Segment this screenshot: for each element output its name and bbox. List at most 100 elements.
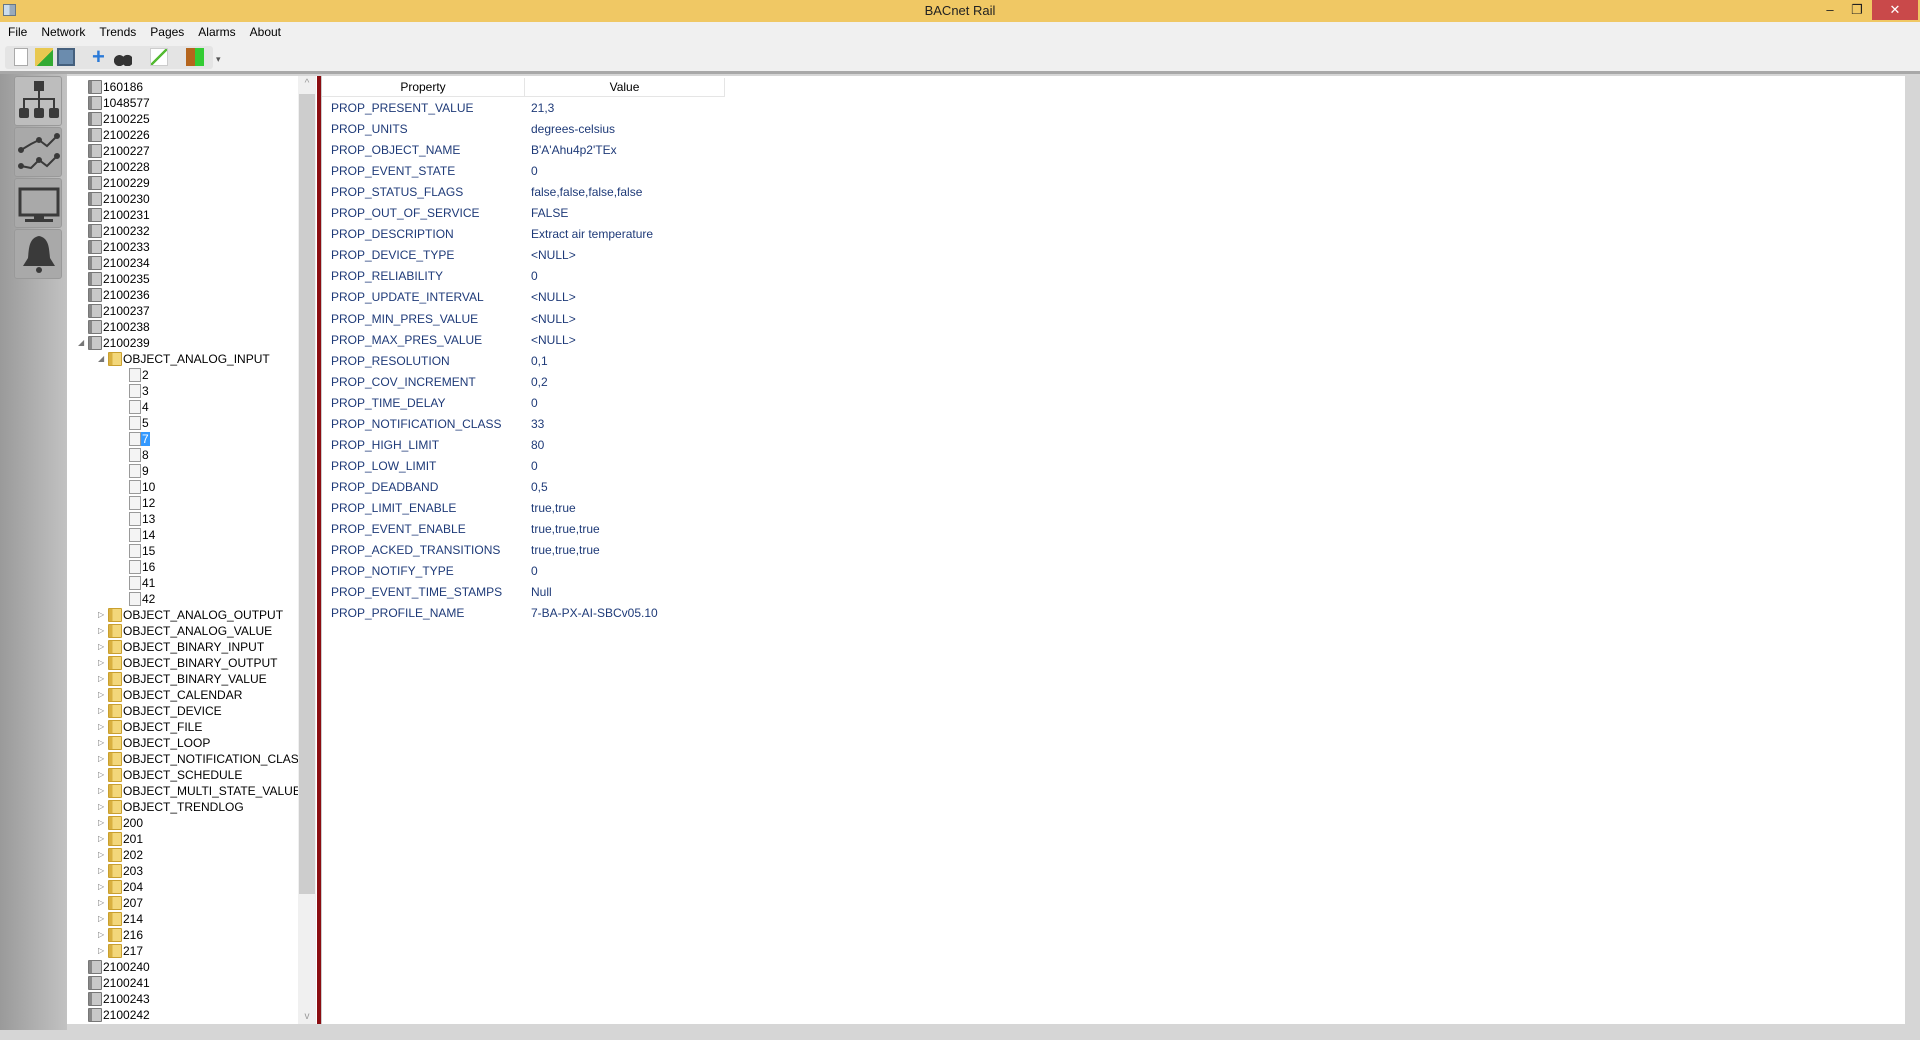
property-row[interactable]: PROP_UNITS degrees-celsius xyxy=(322,119,1222,140)
expand-arrow-icon[interactable]: ▷ xyxy=(98,863,108,879)
tree-node-label[interactable]: 203 xyxy=(122,864,144,878)
tree-node[interactable]: ▷ 204 xyxy=(98,879,144,895)
tree-node[interactable]: ▷ 200 xyxy=(98,815,144,831)
property-row[interactable]: PROP_OUT_OF_SERVICE FALSE xyxy=(322,203,1222,224)
tree-node[interactable]: ▷ OBJECT_LOOP xyxy=(98,735,211,751)
tree-node[interactable]: ▷ OBJECT_TRENDLOG xyxy=(98,799,245,815)
expand-arrow-icon[interactable]: ▷ xyxy=(98,671,108,687)
trends-button[interactable] xyxy=(14,127,62,177)
tree-node[interactable]: 9 xyxy=(119,463,150,479)
tree-node-label[interactable]: OBJECT_DEVICE xyxy=(122,704,223,718)
tree-node-label[interactable]: 4 xyxy=(141,400,150,414)
pages-button[interactable] xyxy=(14,178,62,228)
tree-node-label[interactable]: 2100228 xyxy=(102,160,151,174)
expand-arrow-icon[interactable]: ▷ xyxy=(98,895,108,911)
tree-node[interactable]: 12 xyxy=(119,495,156,511)
scroll-down-icon[interactable]: v xyxy=(298,1011,316,1022)
property-value[interactable]: 0,1 xyxy=(531,351,548,372)
property-value[interactable]: 80 xyxy=(531,435,544,456)
tree-node-label[interactable]: OBJECT_ANALOG_INPUT xyxy=(122,352,271,366)
tree-node-label[interactable]: 2100236 xyxy=(102,288,151,302)
column-header-value[interactable]: Value xyxy=(525,78,725,97)
property-value[interactable]: 0,5 xyxy=(531,477,548,498)
property-value[interactable]: 0 xyxy=(531,266,538,287)
property-row[interactable]: PROP_ACKED_TRANSITIONS true,true,true xyxy=(322,540,1222,561)
tree-node[interactable]: ▷ OBJECT_BINARY_VALUE xyxy=(98,671,268,687)
expand-arrow-icon[interactable]: ▷ xyxy=(98,767,108,783)
tree-node[interactable]: 14 xyxy=(119,527,156,543)
tree-node-label[interactable]: 2100237 xyxy=(102,304,151,318)
restore-button[interactable]: ❐ xyxy=(1842,0,1872,20)
open-folder-icon[interactable] xyxy=(35,48,53,66)
alarms-button[interactable] xyxy=(14,229,62,279)
tree-node[interactable]: 2 xyxy=(119,367,150,383)
tree-node-label[interactable]: OBJECT_BINARY_OUTPUT xyxy=(122,656,278,670)
expand-arrow-icon[interactable]: ▷ xyxy=(98,655,108,671)
save-icon[interactable] xyxy=(57,48,75,66)
add-icon[interactable]: + xyxy=(92,46,110,68)
tree-node-label[interactable]: 202 xyxy=(122,848,144,862)
tree-node-label[interactable]: 15 xyxy=(141,544,156,558)
property-value[interactable]: Null xyxy=(531,582,552,603)
tree-node[interactable]: 2100231 xyxy=(78,207,151,223)
tree-node[interactable]: ▷ 217 xyxy=(98,943,144,959)
expand-arrow-icon[interactable]: ▷ xyxy=(98,879,108,895)
tree-node-label[interactable]: OBJECT_BINARY_INPUT xyxy=(122,640,265,654)
property-row[interactable]: PROP_UPDATE_INTERVAL <NULL> xyxy=(322,287,1222,308)
tree-node-label[interactable]: OBJECT_SCHEDULE xyxy=(122,768,243,782)
collapse-arrow-icon[interactable]: ◢ xyxy=(78,335,88,351)
tree-node[interactable]: ▷ OBJECT_ANALOG_VALUE xyxy=(98,623,273,639)
tree-node-label[interactable]: 5 xyxy=(141,416,150,430)
tree-node-label[interactable]: 2100238 xyxy=(102,320,151,334)
property-value[interactable]: 0 xyxy=(531,393,538,414)
tree-node-label[interactable]: 41 xyxy=(141,576,156,590)
collapse-arrow-icon[interactable]: ◢ xyxy=(98,351,108,367)
tree-node-label[interactable]: 1048577 xyxy=(102,96,151,110)
property-value[interactable]: FALSE xyxy=(531,203,568,224)
expand-arrow-icon[interactable]: ▷ xyxy=(98,607,108,623)
property-value[interactable]: 0,2 xyxy=(531,372,548,393)
tree-node-label[interactable]: 2100229 xyxy=(102,176,151,190)
expand-arrow-icon[interactable]: ▷ xyxy=(98,943,108,959)
tree-node[interactable]: 42 xyxy=(119,591,156,607)
tree-node-label[interactable]: 201 xyxy=(122,832,144,846)
tree-node[interactable]: 2100238 xyxy=(78,319,151,335)
property-value[interactable]: 0 xyxy=(531,161,538,182)
tree-node-label[interactable]: 2100235 xyxy=(102,272,151,286)
tree-node-label[interactable]: 160186 xyxy=(102,80,144,94)
expand-arrow-icon[interactable]: ▷ xyxy=(98,735,108,751)
tree-node-label[interactable]: 2100232 xyxy=(102,224,151,238)
network-tree[interactable]: 160186 1048577 2100225 2100226 2100227 210022… xyxy=(67,76,317,1024)
tree-node-label[interactable]: OBJECT_MULTI_STATE_VALUE xyxy=(122,784,302,798)
property-row[interactable]: PROP_RESOLUTION 0,1 xyxy=(322,351,1222,372)
tree-node-label[interactable]: 8 xyxy=(141,448,150,462)
tree-node[interactable]: 2100226 xyxy=(78,127,151,143)
tree-node[interactable]: 10 xyxy=(119,479,156,495)
tree-node-label[interactable]: 2100227 xyxy=(102,144,151,158)
menu-network[interactable]: Network xyxy=(33,22,91,39)
tree-node[interactable]: 3 xyxy=(119,383,150,399)
new-file-icon[interactable] xyxy=(14,48,28,66)
property-row[interactable]: PROP_NOTIFICATION_CLASS 33 xyxy=(322,414,1222,435)
tree-node-label[interactable]: 42 xyxy=(141,592,156,606)
tree-node[interactable]: ▷ 214 xyxy=(98,911,144,927)
scroll-thumb[interactable] xyxy=(299,94,315,894)
tree-node[interactable]: ▷ 203 xyxy=(98,863,144,879)
property-value[interactable]: true,true,true xyxy=(531,540,600,561)
tree-node-label[interactable]: 2100243 xyxy=(102,992,151,1006)
tree-node[interactable]: ▷ OBJECT_DEVICE xyxy=(98,703,223,719)
edit-pencil-icon[interactable] xyxy=(150,48,168,66)
tree-scrollbar[interactable]: ^ v xyxy=(298,76,316,1024)
property-value[interactable]: <NULL> xyxy=(531,245,576,266)
tree-node[interactable]: 2100232 xyxy=(78,223,151,239)
scroll-up-icon[interactable]: ^ xyxy=(298,78,316,89)
property-value[interactable]: true,true xyxy=(531,498,576,519)
property-value[interactable]: <NULL> xyxy=(531,330,576,351)
tree-node[interactable]: ▷ 207 xyxy=(98,895,144,911)
tree-node[interactable]: ▷ OBJECT_BINARY_OUTPUT xyxy=(98,655,278,671)
property-row[interactable]: PROP_RELIABILITY 0 xyxy=(322,266,1222,287)
tree-node-label[interactable]: OBJECT_ANALOG_VALUE xyxy=(122,624,273,638)
property-row[interactable]: PROP_DEADBAND 0,5 xyxy=(322,477,1222,498)
tree-node[interactable]: 2100233 xyxy=(78,239,151,255)
column-header-property[interactable]: Property xyxy=(322,78,525,97)
